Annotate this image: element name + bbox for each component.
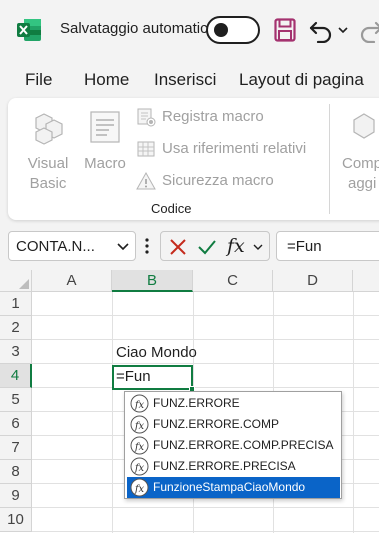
chevron-down-icon[interactable]	[253, 243, 263, 251]
column-header-b[interactable]: B	[112, 270, 193, 292]
column-header-e[interactable]	[353, 270, 379, 292]
function-fx-icon: fx	[130, 478, 149, 497]
com-addins-label-1: Comp	[342, 155, 379, 172]
cancel-x-icon[interactable]	[169, 238, 187, 256]
row-header-9[interactable]: 9	[0, 484, 32, 508]
svg-text:fx: fx	[134, 400, 145, 411]
corner-triangle-icon	[19, 279, 29, 289]
autocomplete-item-label: FUNZ.ERRORE.PRECISA	[153, 459, 296, 473]
formula-bar: CONTA.N... fx =Fun	[0, 226, 379, 266]
column-header-d[interactable]: D	[273, 270, 353, 292]
macro-icon	[90, 111, 120, 143]
cell-b3[interactable]: Ciao Mondo	[116, 344, 197, 361]
svg-text:fx: fx	[134, 421, 145, 432]
function-fx-icon: fx	[130, 457, 149, 476]
function-fx-icon: fx	[130, 436, 149, 455]
row-header-5[interactable]: 5	[0, 388, 32, 412]
autocomplete-item[interactable]: fx FUNZ.ERRORE.COMP	[127, 414, 340, 435]
autocomplete-item[interactable]: fx FUNZ.ERRORE	[127, 393, 340, 414]
function-autocomplete-list: fx FUNZ.ERRORE fx FUNZ.ERRORE.COMP fx FU…	[124, 391, 342, 499]
ribbon-tabs: File Home Inserisci Layout di pagina	[0, 64, 379, 96]
autocomplete-item[interactable]: fx FUNZ.ERRORE.PRECISA	[127, 456, 340, 477]
visual-basic-icon	[35, 113, 63, 145]
com-addins-button[interactable]: Comp aggi	[340, 106, 379, 194]
record-macro-icon	[137, 108, 156, 127]
com-addins-icon	[353, 113, 375, 139]
macro-security-warning-icon	[136, 171, 156, 190]
row-header-7[interactable]: 7	[0, 436, 32, 460]
active-cell-b4[interactable]: =Fun	[112, 365, 193, 390]
row-header-6[interactable]: 6	[0, 412, 32, 436]
macro-security-label[interactable]: Sicurezza macro	[162, 172, 274, 189]
svg-text:fx: fx	[134, 463, 145, 474]
autocomplete-item-label: FUNZ.ERRORE.COMP.PRECISA	[153, 438, 334, 452]
autosave-label: Salvataggio automatico	[60, 20, 216, 37]
tab-home[interactable]: Home	[84, 70, 129, 90]
select-all-corner[interactable]	[0, 270, 32, 292]
cell-b4-text: =Fun	[116, 368, 151, 385]
ribbon-panel: Visual Basic Macro Registra macro Usa ri…	[8, 98, 379, 220]
record-macro-label[interactable]: Registra macro	[162, 108, 264, 125]
tab-layout-di-pagina[interactable]: Layout di pagina	[239, 70, 364, 90]
row-header-4[interactable]: 4	[0, 364, 32, 388]
formula-text: =Fun	[287, 238, 322, 255]
undo-dropdown-chevron-icon[interactable]	[338, 26, 348, 34]
ribbon-group-label: Codice	[151, 201, 192, 216]
excel-logo-icon	[17, 19, 41, 41]
autosave-toggle[interactable]	[206, 16, 260, 44]
tab-inserisci[interactable]: Inserisci	[154, 70, 216, 90]
column-header-a[interactable]: A	[32, 270, 112, 292]
row-header-2[interactable]: 2	[0, 316, 32, 340]
excel-window: Salvataggio automatico File Home Inseris…	[0, 0, 379, 533]
insert-function-icon[interactable]: fx	[227, 235, 245, 257]
title-bar: Salvataggio automatico	[0, 0, 379, 62]
row-header-10[interactable]: 10	[0, 508, 32, 532]
relative-references-icon	[137, 141, 155, 157]
more-options-dots-icon[interactable]	[145, 237, 149, 255]
toggle-knob	[214, 23, 228, 37]
com-addins-label-2: aggi	[348, 175, 377, 192]
undo-icon[interactable]	[308, 17, 334, 43]
save-icon[interactable]	[274, 18, 296, 42]
svg-text:fx: fx	[134, 484, 145, 495]
tab-file[interactable]: File	[25, 70, 52, 90]
autocomplete-item[interactable]: fx FUNZ.ERRORE.COMP.PRECISA	[127, 435, 340, 456]
function-fx-icon: fx	[130, 415, 149, 434]
visual-basic-label-2: Basic	[29, 175, 67, 192]
macro-button[interactable]: Macro	[82, 106, 128, 174]
row-header-3[interactable]: 3	[0, 340, 32, 364]
column-header-c[interactable]: C	[193, 270, 273, 292]
enter-checkmark-icon[interactable]	[197, 238, 217, 256]
visual-basic-label-1: Visual	[27, 155, 69, 172]
formula-input[interactable]: =Fun	[276, 231, 379, 261]
name-box-value: CONTA.N...	[16, 238, 95, 255]
name-box[interactable]: CONTA.N...	[8, 231, 136, 261]
formula-buttons: fx	[160, 231, 270, 261]
autocomplete-item-label: FUNZ.ERRORE.COMP	[153, 417, 279, 431]
row-header-8[interactable]: 8	[0, 460, 32, 484]
redo-icon[interactable]	[358, 17, 379, 43]
svg-text:fx: fx	[134, 442, 145, 453]
relative-references-label[interactable]: Usa riferimenti relativi	[162, 140, 306, 157]
ribbon-group-separator	[329, 104, 330, 214]
row-header-1[interactable]: 1	[0, 292, 32, 316]
visual-basic-button[interactable]: Visual Basic	[22, 106, 74, 194]
autocomplete-item-label: FunzioneStampaCiaoMondo	[153, 480, 306, 494]
autocomplete-item-label: FUNZ.ERRORE	[153, 396, 240, 410]
autocomplete-item-selected[interactable]: fx FunzioneStampaCiaoMondo	[127, 477, 340, 498]
chevron-down-icon[interactable]	[117, 242, 129, 251]
function-fx-icon: fx	[130, 394, 149, 413]
macro-label: Macro	[84, 155, 126, 172]
